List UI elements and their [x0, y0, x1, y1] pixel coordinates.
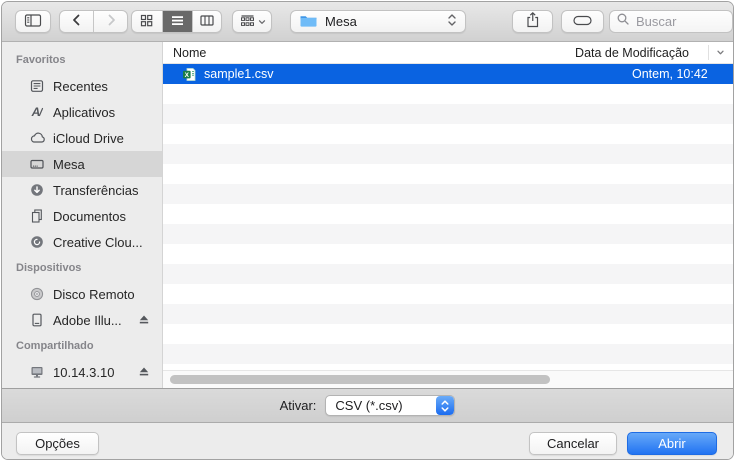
sidebar-item-transferencias[interactable]: Transferências [2, 177, 162, 203]
group-by-icon [239, 13, 256, 31]
forward-button[interactable] [93, 11, 127, 32]
sidebar-item-label: Mesa [53, 156, 85, 172]
select-stepper-icon [436, 396, 455, 415]
creative-cloud-icon [28, 234, 46, 250]
scrollbar-thumb[interactable] [170, 375, 550, 384]
location-label: Mesa [325, 14, 357, 29]
sort-chevron-icon[interactable] [714, 46, 727, 62]
column-header-name[interactable]: Nome [173, 46, 206, 60]
search-input[interactable] [633, 13, 726, 30]
downloads-icon [28, 182, 46, 198]
forward-icon [103, 12, 119, 31]
back-icon [69, 12, 85, 31]
sidebar-item-icloud-drive[interactable]: iCloud Drive [2, 125, 162, 151]
search-icon [616, 12, 630, 31]
column-header-date[interactable]: Data de Modificação [575, 46, 689, 60]
sidebar-item-label: Disco Remoto [53, 286, 135, 302]
eject-icon [139, 315, 149, 324]
share-button[interactable] [511, 10, 554, 33]
view-switcher [131, 10, 223, 33]
dialog-body: Favoritos Recentes A Aplicativos iCloud … [2, 42, 733, 388]
options-button[interactable]: Opções [16, 431, 99, 455]
sidebar-item-documentos[interactable]: Documentos [2, 203, 162, 229]
recents-icon [28, 78, 46, 94]
sidebar-item-label: Recentes [53, 78, 108, 94]
file-row-sample1-csv[interactable]: X sample1.csv Ontem, 10:42 [163, 64, 733, 84]
chevron-up-down-icon [447, 12, 457, 31]
sidebar-item-label: Aplicativos [53, 104, 116, 120]
toolbar: Mesa [2, 2, 733, 42]
chevron-down-icon [258, 14, 266, 29]
sidebar-section-favoritos: Favoritos [16, 54, 66, 66]
tags-button[interactable] [561, 10, 604, 33]
back-button[interactable] [60, 11, 94, 32]
icloud-drive-icon [28, 130, 46, 146]
button-bar: Opções Cancelar Abrir [2, 423, 733, 459]
list-header: Nome Data de Modificação [163, 42, 733, 64]
sidebar-item-label: iCloud Drive [53, 130, 124, 146]
share-icon [524, 11, 541, 32]
file-list: Nome Data de Modificação X sample1.csv O… [163, 42, 733, 388]
cancel-button[interactable]: Cancelar [529, 431, 617, 455]
icon-view-button[interactable] [132, 11, 162, 32]
desktop-icon [28, 156, 46, 172]
tag-icon [572, 13, 593, 31]
column-view-icon [199, 13, 215, 31]
sidebar-item-label: Adobe Illu... [53, 312, 122, 328]
svg-text:A: A [31, 105, 41, 119]
applications-icon: A [28, 104, 46, 120]
location-popup[interactable]: Mesa [290, 10, 466, 33]
format-bar: Ativar: CSV (*.csv) [2, 388, 733, 423]
column-view-button[interactable] [191, 11, 222, 32]
sidebar-item-label: Documentos [53, 208, 126, 224]
sidebar-item-creative-cloud[interactable]: Creative Clou... [2, 229, 162, 255]
eject-button[interactable] [138, 366, 150, 378]
eject-button[interactable] [138, 314, 150, 326]
sidebar-item-label: Transferências [53, 182, 139, 198]
file-name: sample1.csv [204, 67, 274, 81]
sidebar-toggle-button[interactable] [15, 10, 51, 33]
list-view-icon [170, 13, 185, 31]
sidebar-item-label: Creative Clou... [53, 234, 143, 250]
history-nav [58, 10, 129, 33]
format-select-value: CSV (*.csv) [335, 398, 403, 413]
format-select[interactable]: CSV (*.csv) [325, 395, 456, 416]
format-label: Ativar: [279, 398, 317, 413]
open-button[interactable]: Abrir [627, 431, 717, 455]
external-drive-icon [28, 312, 46, 328]
sidebar-item-disco-remoto[interactable]: Disco Remoto [2, 281, 162, 307]
sidebar-item-10-14-3-10[interactable]: 10.14.3.10 [2, 359, 162, 385]
excel-file-icon: X [182, 67, 197, 82]
search-field[interactable] [608, 10, 733, 33]
remote-disc-icon [28, 286, 46, 302]
group-by-button[interactable] [232, 10, 273, 33]
network-computer-icon [28, 364, 46, 380]
folder-icon [299, 13, 318, 31]
column-divider [708, 45, 709, 60]
sidebar-toggle-icon [23, 12, 43, 32]
sidebar-item-aplicativos[interactable]: A Aplicativos [2, 99, 162, 125]
file-open-dialog: Mesa Favoritos [1, 1, 734, 460]
sidebar-item-label: 10.14.3.10 [53, 364, 115, 380]
horizontal-scrollbar[interactable] [163, 370, 733, 388]
list-view-button[interactable] [161, 11, 192, 32]
icon-view-icon [139, 13, 154, 31]
sidebar: Favoritos Recentes A Aplicativos iCloud … [2, 42, 163, 388]
sidebar-section-dispositivos: Dispositivos [16, 262, 82, 274]
file-modified-date: Ontem, 10:42 [632, 67, 708, 81]
sidebar-section-compartilhado: Compartilhado [16, 340, 94, 352]
sidebar-item-mesa[interactable]: Mesa [2, 151, 162, 177]
eject-icon [139, 367, 149, 376]
sidebar-item-recentes[interactable]: Recentes [2, 73, 162, 99]
empty-rows-area[interactable] [163, 84, 733, 370]
sidebar-item-adobe-illu[interactable]: Adobe Illu... [2, 307, 162, 333]
svg-text:X: X [185, 72, 190, 79]
documents-icon [28, 208, 46, 224]
